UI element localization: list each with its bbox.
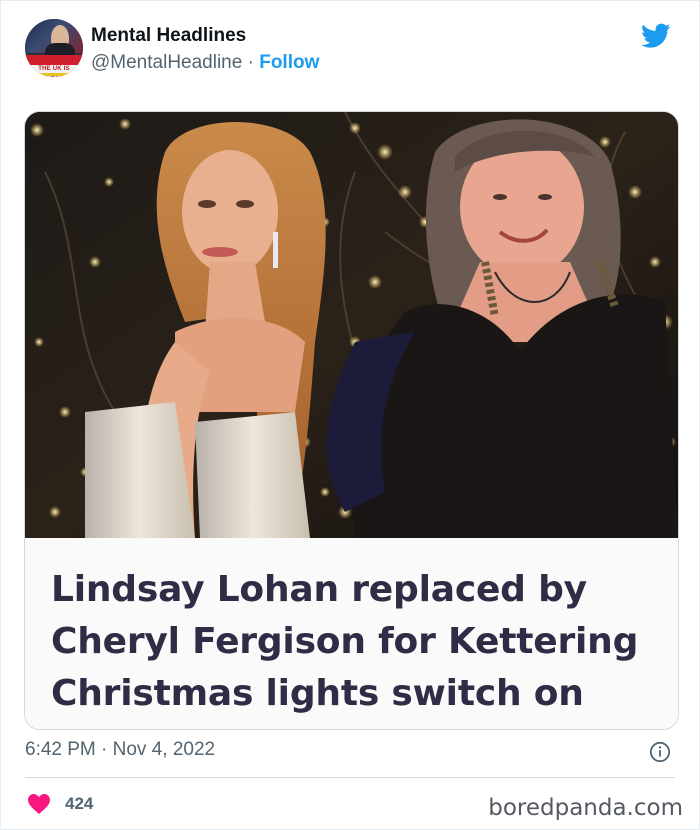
separator-dot: · (247, 52, 254, 73)
author-name[interactable]: Mental Headlines (91, 25, 246, 47)
headline-photo[interactable] (25, 112, 678, 538)
tweet-card: THE UK IS MENTAL Mental Headlines @Menta… (0, 0, 700, 830)
tweet-timestamp[interactable]: 6:42 PM · Nov 4, 2022 (25, 739, 215, 761)
watermark: boredpanda.com (488, 795, 683, 821)
headline-line: Cheryl Fergison for Kettering (51, 621, 639, 662)
handle-row: @MentalHeadline · Follow (91, 52, 319, 74)
info-icon[interactable] (649, 741, 671, 763)
headline-line: Lindsay Lohan replaced by (51, 569, 587, 610)
photo-illustration (25, 112, 678, 538)
headline-caption[interactable]: Lindsay Lohan replaced by Cheryl Fergiso… (25, 538, 678, 729)
heart-icon[interactable] (27, 793, 51, 815)
twitter-bird-icon[interactable] (641, 23, 671, 49)
tweet-header: THE UK IS MENTAL Mental Headlines @Menta… (25, 19, 675, 79)
follow-button[interactable]: Follow (259, 52, 319, 73)
avatar[interactable]: THE UK IS MENTAL (25, 19, 83, 77)
headline-line: Christmas lights switch on (51, 673, 584, 714)
author-handle[interactable]: @MentalHeadline (91, 52, 242, 73)
divider (25, 777, 675, 778)
likes-count[interactable]: 424 (65, 794, 93, 814)
tweet-media[interactable]: Lindsay Lohan replaced by Cheryl Fergiso… (24, 111, 679, 730)
headline-text: Lindsay Lohan replaced by Cheryl Fergiso… (51, 564, 658, 720)
